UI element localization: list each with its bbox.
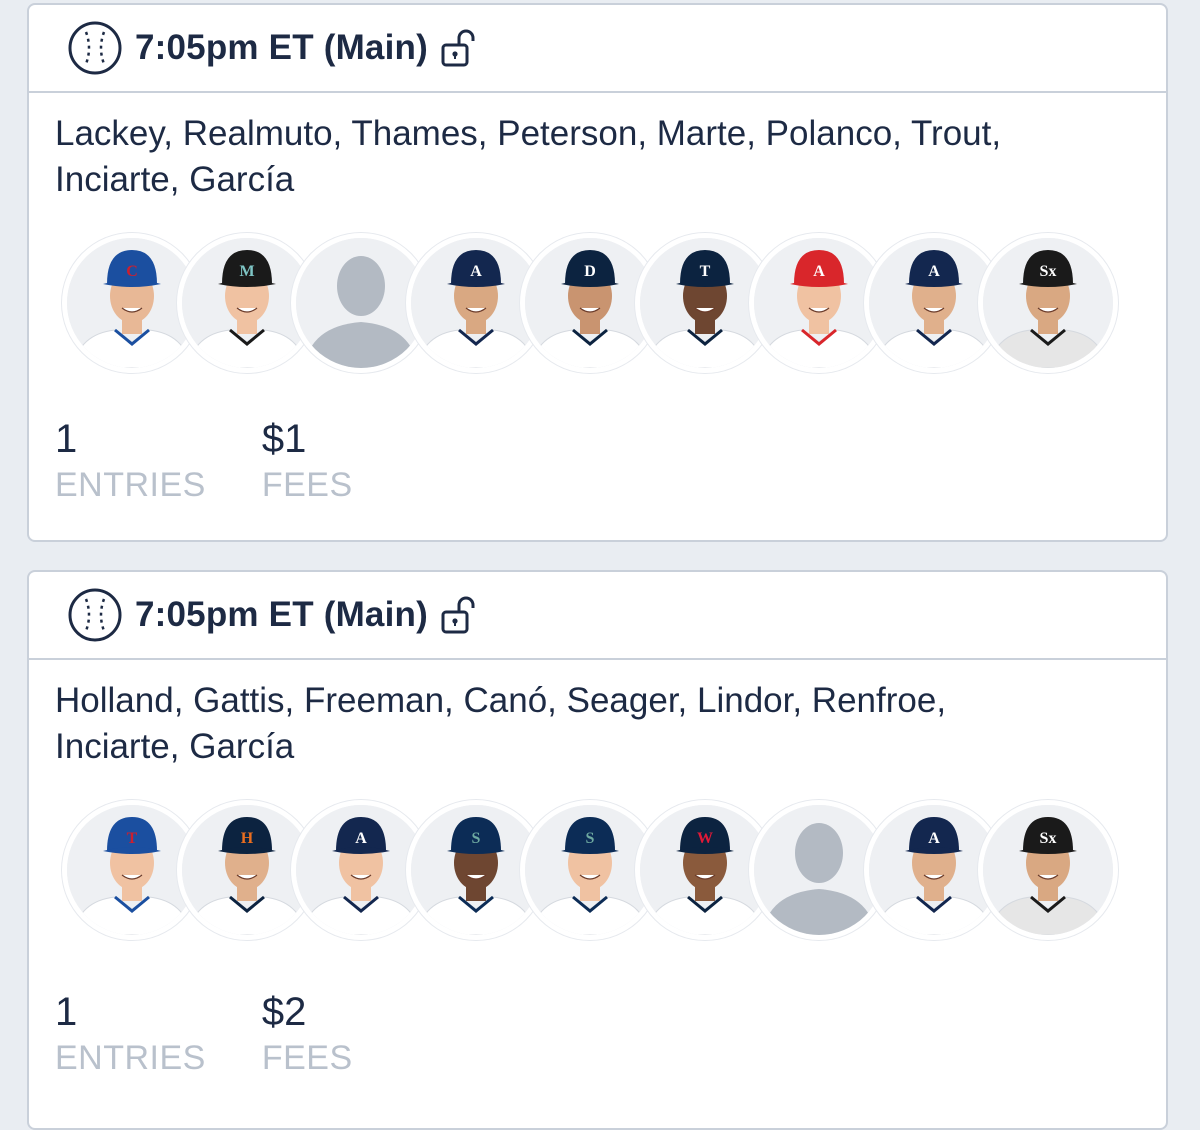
entries-stat: 1 ENTRIES — [55, 988, 206, 1080]
svg-text:T: T — [699, 263, 710, 280]
player-list-line: Holland, Gattis, Freeman, Canó, Seager, … — [55, 681, 947, 720]
entries-count: 1 — [55, 990, 78, 1034]
entry-stats: 1 ENTRIES $2 FEES — [55, 988, 409, 1080]
svg-text:H: H — [240, 830, 253, 847]
svg-text:C: C — [126, 263, 138, 280]
card-header: 7:05pm ET (Main) — [29, 5, 1166, 93]
svg-text:S: S — [471, 830, 480, 847]
svg-text:A: A — [355, 830, 367, 847]
player-avatars: T H A S S W A Sx — [29, 800, 1166, 960]
unlocked-padlock-icon — [440, 595, 476, 635]
fees-amount: $2 — [261, 990, 307, 1034]
svg-text:A: A — [470, 263, 482, 280]
player-headshot: Sx — [978, 800, 1118, 940]
svg-text:A: A — [813, 263, 825, 280]
lineup-card[interactable]: 7:05pm ET (Main) Lackey, Realmuto, Thame… — [27, 3, 1168, 542]
fees-amount: $1 — [261, 417, 307, 461]
svg-text:Sx: Sx — [1040, 830, 1057, 847]
svg-text:Sx: Sx — [1040, 263, 1057, 280]
svg-text:D: D — [584, 263, 596, 280]
svg-text:M: M — [239, 263, 254, 280]
entries-stat: 1 ENTRIES — [55, 415, 206, 507]
svg-text:W: W — [697, 830, 713, 847]
fees-stat: $2 FEES — [262, 988, 353, 1080]
player-headshot: Sx — [978, 233, 1118, 373]
slate-title: 7:05pm ET (Main) — [135, 28, 428, 67]
player-list-line: Lackey, Realmuto, Thames, Peterson, Mart… — [55, 114, 1002, 153]
player-avatars: C M A D T A A Sx — [29, 233, 1166, 393]
svg-text:T: T — [127, 830, 138, 847]
entries-count: 1 — [55, 417, 78, 461]
player-list: Holland, Gattis, Freeman, Canó, Seager, … — [29, 660, 1166, 770]
entry-stats: 1 ENTRIES $1 FEES — [55, 415, 409, 507]
player-list-line: Inciarte, García — [55, 727, 295, 766]
lineup-card[interactable]: 7:05pm ET (Main) Holland, Gattis, Freema… — [27, 570, 1168, 1130]
baseball-icon — [67, 587, 123, 643]
entries-label: ENTRIES — [55, 466, 206, 504]
player-list: Lackey, Realmuto, Thames, Peterson, Mart… — [29, 93, 1166, 203]
baseball-icon — [67, 20, 123, 76]
player-list-line: Inciarte, García — [55, 160, 295, 199]
fees-label: FEES — [261, 466, 353, 504]
slate-title: 7:05pm ET (Main) — [135, 595, 428, 634]
card-header: 7:05pm ET (Main) — [29, 572, 1166, 660]
fees-label: FEES — [261, 1039, 353, 1077]
svg-text:A: A — [928, 263, 940, 280]
unlocked-padlock-icon — [440, 28, 476, 68]
svg-text:A: A — [928, 830, 940, 847]
fees-stat: $1 FEES — [262, 415, 353, 507]
entries-label: ENTRIES — [55, 1039, 206, 1077]
svg-text:S: S — [586, 830, 595, 847]
